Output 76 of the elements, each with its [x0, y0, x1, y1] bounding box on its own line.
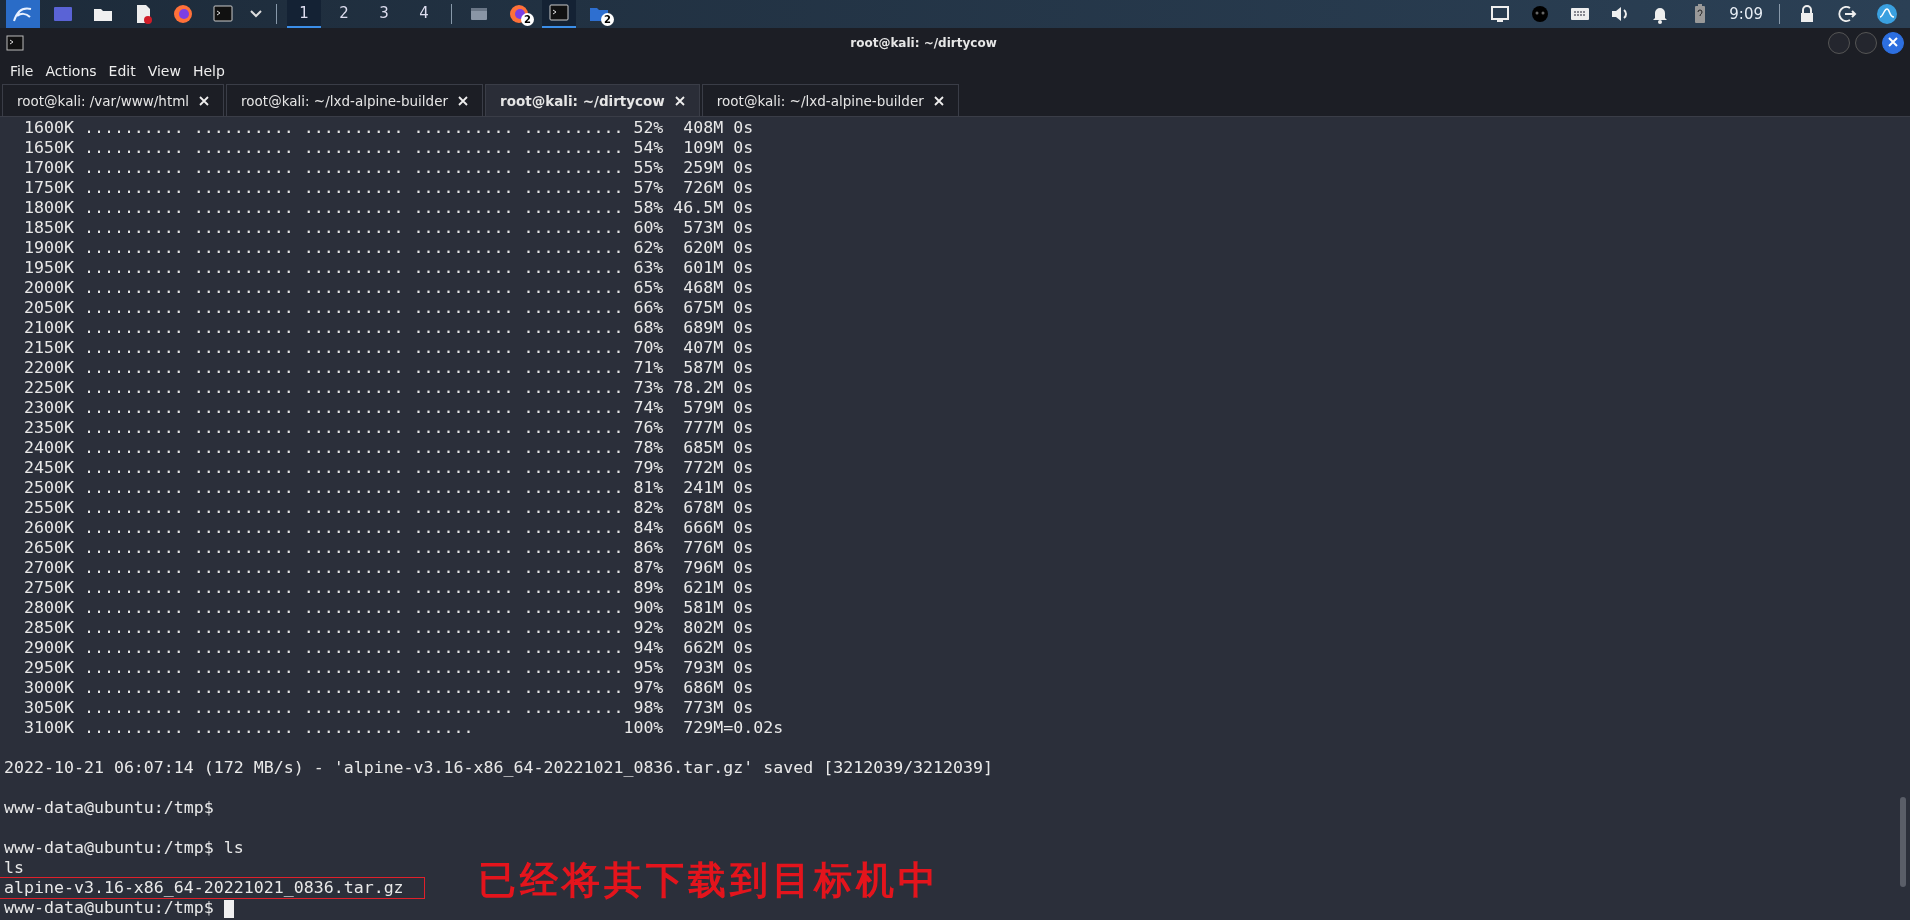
terminal-line: 2000K .......... .......... .......... .......... .......... 65% 468M 0s [22, 278, 754, 298]
terminal-line: 2150K .......... .......... .......... .......... .......... 70% 407M 0s [22, 338, 754, 358]
terminal-line: www-data@ubuntu:/tmp$ [4, 898, 214, 917]
terminal-line: 2700K .......... .......... .......... .......... .......... 87% 796M 0s [22, 558, 754, 578]
terminal-line: 3000K .......... .......... .......... .......... .......... 97% 686M 0s [22, 678, 754, 698]
terminal-line: 2650K .......... .......... .......... .......... .......... 86% 776M 0s [22, 538, 754, 558]
window-button[interactable] [542, 0, 576, 28]
terminal-line: 1750K .......... .......... .......... .......... .......... 57% 726M 0s [22, 178, 754, 198]
terminal-tab[interactable]: root@kali: ~/dirtycow [485, 84, 700, 116]
terminal-line: 1700K .......... .......... .......... .......... .......... 55% 259M 0s [22, 158, 754, 178]
terminal-line: 2500K .......... .......... .......... .......... .......... 81% 241M 0s [22, 478, 754, 498]
terminal-icon [6, 34, 24, 52]
count-badge: 2 [601, 13, 614, 26]
workspace-button[interactable]: 3 [367, 0, 401, 28]
terminal-line: 2800K .......... .......... .......... .......... .......... 90% 581M 0s [22, 598, 754, 618]
terminal-line: 2850K .......... .......... .......... .......... .......... 92% 802M 0s [22, 618, 754, 638]
close-button[interactable] [1882, 32, 1904, 54]
terminal-line: 1850K .......... .......... .......... .......... .......... 60% 573M 0s [22, 218, 754, 238]
terminal-line: 2250K .......... .......... .......... .......... .......... 73% 78.2M 0s [22, 378, 754, 398]
terminal-line: www-data@ubuntu:/tmp$ ls [3, 838, 244, 858]
terminal-icon [548, 2, 570, 24]
terminal-line: 2550K .......... .......... .......... .......... .......... 82% 678M 0s [22, 498, 754, 518]
terminal-tab[interactable]: root@kali: ~/lxd-alpine-builder [701, 84, 959, 116]
caret-icon [250, 10, 262, 18]
app-icon [1876, 3, 1898, 25]
terminal-icon [212, 3, 234, 25]
window-button[interactable]: 2 [502, 0, 536, 28]
workspace-button[interactable]: 1 [287, 0, 321, 28]
terminal-line: 1800K .......... .......... .......... .......... .......... 58% 46.5M 0s [22, 198, 754, 218]
terminal-line: alpine-v3.16-x86_64-20221021_0836.tar.gz [0, 878, 424, 898]
close-icon[interactable] [199, 95, 210, 106]
window-title: root@kali: ~/dirtycow [849, 36, 998, 50]
kali-logo-button[interactable] [6, 0, 40, 28]
terminal-line: 2100K .......... .......... .......... .......... .......... 68% 689M 0s [22, 318, 754, 338]
menu-item[interactable]: Actions [39, 63, 103, 79]
terminal-tab[interactable]: root@kali: ~/lxd-alpine-builder [226, 84, 484, 116]
terminal-line: 2600K .......... .......... .......... .......... .......... 84% 666M 0s [22, 518, 754, 538]
window-button[interactable]: 2 [582, 0, 616, 28]
terminal-line: ls [3, 858, 24, 878]
terminal-line: 2950K .......... .......... .......... .......... .......... 95% 793M 0s [22, 658, 754, 678]
menu-item[interactable]: View [141, 63, 187, 79]
terminal-line: www-data@ubuntu:/tmp$ [3, 798, 214, 818]
workspace-button[interactable]: 4 [407, 0, 441, 28]
terminal-tab[interactable]: root@kali: /var/www/html [2, 84, 225, 116]
terminal-line: 2450K .......... .......... .......... .......... .......... 79% 772M 0s [22, 458, 754, 478]
close-icon[interactable] [674, 95, 685, 106]
terminal-line: 2750K .......... .......... .......... .......... .......... 89% 621M 0s [22, 578, 754, 598]
terminal-line: 3100K .......... .......... .......... ...... 100% 729M=0.02s [22, 718, 784, 738]
terminal-line: 1600K .......... .......... .......... .......... .......... 52% 408M 0s [22, 118, 754, 138]
scrollbar[interactable] [1900, 797, 1906, 887]
terminal-line: 2022-10-21 06:07:14 (172 MB/s) - 'alpine-v3.16-x86_64-20221021_0836.tar.gz' saved [3212039/3212039] [3, 758, 994, 778]
count-badge: 2 [521, 13, 534, 26]
logout-icon [1836, 3, 1858, 25]
annotation-text: 已经将其下载到目标机中 [478, 856, 940, 904]
terminal-line: 2300K .......... .......... .......... .......... .......... 74% 579M 0s [22, 398, 754, 418]
terminal-line: 3050K .......... .......... .......... .......... .......... 98% 773M 0s [22, 698, 754, 718]
terminal-line: 1900K .......... .......... .......... .......... .......... 62% 620M 0s [22, 238, 754, 258]
terminal-line: 2050K .......... .......... .......... .......... .......... 66% 675M 0s [22, 298, 754, 318]
clock[interactable]: 9:09 [1723, 5, 1769, 23]
menu-item[interactable]: Help [186, 63, 231, 79]
terminal-line: 2350K .......... .......... .......... .......... .......... 76% 777M 0s [22, 418, 754, 438]
terminal-line: 1950K .......... .......... .......... .......... .......... 63% 601M 0s [22, 258, 754, 278]
terminal-line: 2200K .......... .......... .......... .......... .......... 71% 587M 0s [22, 358, 754, 378]
close-icon [1888, 37, 1898, 47]
terminal-line: 2900K .......... .......... .......... .......... .......... 94% 662M 0s [22, 638, 754, 658]
text-cursor [223, 899, 234, 918]
close-icon[interactable] [458, 95, 469, 106]
menu-item[interactable]: Edit [102, 63, 142, 79]
firefox-icon [172, 3, 194, 25]
menu-item[interactable]: File [4, 63, 40, 79]
close-icon[interactable] [933, 95, 944, 106]
network-icon [1489, 3, 1512, 25]
terminal-line: 1650K .......... .......... .......... .......... .......... 54% 109M 0s [22, 138, 754, 158]
terminal-line: 2400K .......... .......... .......... .......... .......... 78% 685M 0s [22, 438, 754, 458]
firefox-icon [508, 3, 530, 25]
workspace-button[interactable]: 2 [327, 0, 361, 28]
